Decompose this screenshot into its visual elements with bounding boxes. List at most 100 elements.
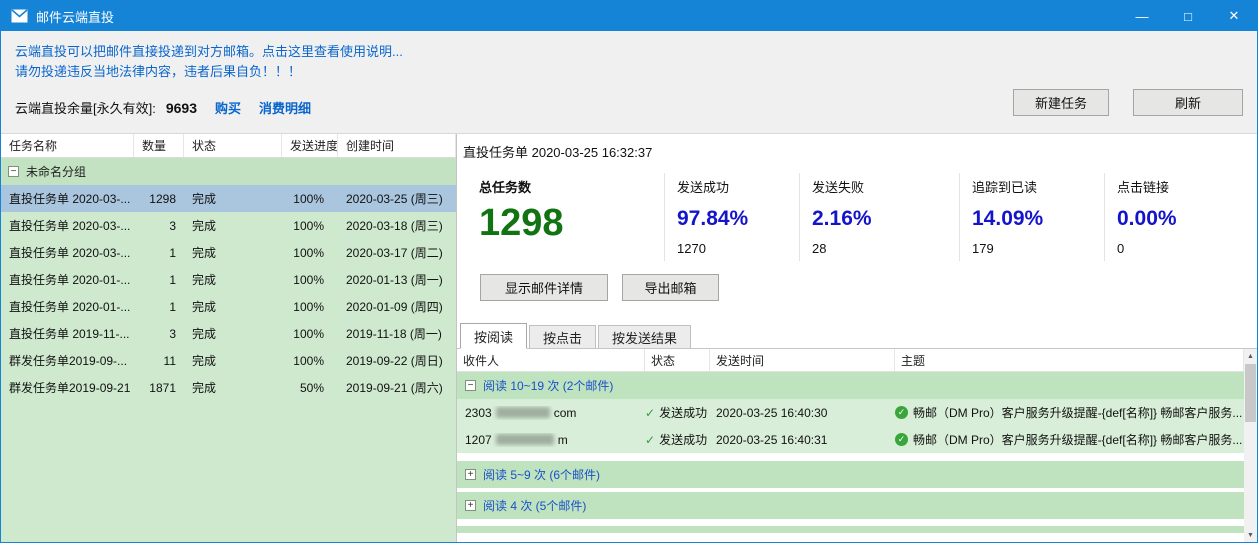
refresh-button[interactable]: 刷新	[1133, 89, 1243, 116]
send-time-cell: 2020-03-25 16:40:31	[710, 433, 895, 447]
stat-link-clicked: 点击链接 0.00% 0	[1105, 173, 1249, 261]
task-progress-cell: 100%	[282, 219, 338, 233]
column-header-count[interactable]: 数量	[134, 134, 184, 157]
stat-percent: 0.00%	[1117, 207, 1249, 231]
task-status-cell: 完成	[184, 298, 282, 315]
task-count-cell: 1	[134, 246, 184, 260]
buy-link[interactable]: 购买	[215, 98, 241, 117]
spending-detail-link[interactable]: 消费明细	[259, 98, 311, 117]
subject-cell: ✓ 畅邮（DM Pro）客户服务升级提醒-{def[名称]} 畅邮客户服务...	[895, 431, 1244, 448]
task-status-cell: 完成	[184, 379, 282, 396]
header-buttons: 新建任务 刷新	[1013, 89, 1243, 116]
stats-row: 总任务数 1298 发送成功 97.84% 1270 发送失败 2.16% 28…	[465, 173, 1249, 261]
task-created-cell: 2019-09-22 (周日)	[338, 352, 456, 369]
task-progress-cell: 50%	[282, 381, 338, 395]
recipient-cell: 2303 com	[457, 406, 645, 420]
stat-total-value: 1298	[479, 204, 664, 244]
partial-row	[457, 526, 1244, 533]
column-header-recipient[interactable]: 收件人	[457, 349, 645, 371]
task-name-cell: 直投任务单 2020-03-...	[1, 217, 134, 234]
column-header-subject[interactable]: 主题	[895, 349, 1244, 371]
export-mailbox-button[interactable]: 导出邮箱	[622, 274, 719, 301]
subject-text: 畅邮（DM Pro）客户服务升级提醒-{def[名称]} 畅邮客户服务...	[913, 404, 1242, 421]
stat-total-tasks: 总任务数 1298	[465, 173, 665, 261]
result-tabs: 按阅读 按点击 按发送结果	[457, 323, 1257, 349]
scroll-up-icon[interactable]: ▲	[1244, 349, 1257, 363]
minimize-button[interactable]: —	[1119, 1, 1165, 31]
task-row[interactable]: 群发任务单2019-09-21 1871 完成 50% 2019-09-21 (…	[1, 374, 456, 401]
success-check-icon: ✓	[645, 433, 655, 447]
balance-label: 云端直投余量[永久有效]:	[15, 98, 156, 117]
stat-label: 点击链接	[1117, 177, 1249, 196]
mail-group-read-10-19[interactable]: 阅读 10~19 次 (2个邮件)	[457, 372, 1244, 399]
mail-group-label: 阅读 4 次 (5个邮件)	[483, 497, 586, 514]
tab-by-click[interactable]: 按点击	[529, 325, 596, 348]
scroll-down-icon[interactable]: ▼	[1244, 528, 1257, 542]
task-row[interactable]: 直投任务单 2020-01-... 1 完成 100% 2020-01-09 (…	[1, 293, 456, 320]
task-name-cell: 直投任务单 2019-11-...	[1, 325, 134, 342]
task-count-cell: 1298	[134, 192, 184, 206]
mail-row[interactable]: 2303 com ✓ 发送成功 2020-03-25 16:40:30 ✓ 畅邮…	[457, 399, 1244, 426]
recipient-cell: 1207 m	[457, 433, 645, 447]
close-button[interactable]: ✕	[1211, 1, 1257, 31]
stat-count: 179	[972, 241, 1104, 256]
task-group-label: 未命名分组	[26, 163, 86, 180]
tab-by-send-result[interactable]: 按发送结果	[598, 325, 691, 348]
mail-row[interactable]: 1207 m ✓ 发送成功 2020-03-25 16:40:31 ✓ 畅邮（D…	[457, 426, 1244, 453]
column-header-send-time[interactable]: 发送时间	[710, 349, 895, 371]
tab-by-read[interactable]: 按阅读	[460, 323, 527, 349]
success-circle-icon: ✓	[895, 406, 908, 419]
task-created-cell: 2020-03-17 (周二)	[338, 244, 456, 261]
column-header-status[interactable]: 状态	[184, 134, 282, 157]
new-task-button[interactable]: 新建任务	[1013, 89, 1109, 116]
column-header-status[interactable]: 状态	[645, 349, 710, 371]
stat-label: 发送失败	[812, 177, 959, 196]
task-count-cell: 1	[134, 273, 184, 287]
mail-group-read-5-9[interactable]: 阅读 5~9 次 (6个邮件)	[457, 461, 1244, 488]
scrollbar-thumb[interactable]	[1245, 364, 1256, 422]
stat-count: 1270	[677, 241, 799, 256]
task-list-panel: 任务名称 数量 状态 发送进度 创建时间 未命名分组 直投任务单 2020-03…	[1, 134, 457, 542]
stat-tracked-read: 追踪到已读 14.09% 179	[960, 173, 1105, 261]
task-progress-cell: 100%	[282, 192, 338, 206]
vertical-scrollbar[interactable]: ▲ ▼	[1244, 349, 1257, 542]
task-row[interactable]: 直投任务单 2020-03-... 1 完成 100% 2020-03-17 (…	[1, 239, 456, 266]
detail-title: 直投任务单 2020-03-25 16:32:37	[463, 142, 1257, 161]
window-controls: — □ ✕	[1119, 1, 1257, 31]
maximize-button[interactable]: □	[1165, 1, 1211, 31]
task-progress-cell: 100%	[282, 273, 338, 287]
stat-percent: 14.09%	[972, 207, 1104, 231]
detail-buttons: 显示邮件详情 导出邮箱	[480, 274, 1257, 301]
column-header-task-name[interactable]: 任务名称	[1, 134, 134, 157]
usage-notice-link[interactable]: 云端直投可以把邮件直接投递到对方邮箱。点击这里查看使用说明...	[15, 42, 1243, 62]
task-row[interactable]: 直投任务单 2020-03-... 3 完成 100% 2020-03-18 (…	[1, 212, 456, 239]
stat-label: 发送成功	[677, 177, 799, 196]
mail-table-area: 收件人 状态 发送时间 主题 阅读 10~19 次 (2个邮件) 2303	[457, 349, 1257, 542]
task-row[interactable]: 直投任务单 2019-11-... 3 完成 100% 2019-11-18 (…	[1, 320, 456, 347]
collapse-icon[interactable]	[8, 166, 19, 177]
mail-table-header: 收件人 状态 发送时间 主题	[457, 349, 1244, 372]
task-progress-cell: 100%	[282, 327, 338, 341]
stat-percent: 97.84%	[677, 207, 799, 231]
task-row-selected[interactable]: 直投任务单 2020-03-... 1298 完成 100% 2020-03-2…	[1, 185, 456, 212]
expand-icon[interactable]	[465, 469, 476, 480]
task-row[interactable]: 群发任务单2019-09-... 11 完成 100% 2019-09-22 (…	[1, 347, 456, 374]
mail-group-label: 阅读 10~19 次 (2个邮件)	[483, 377, 613, 394]
stat-count: 0	[1117, 241, 1249, 256]
task-name-cell: 直投任务单 2020-03-...	[1, 190, 134, 207]
column-header-created[interactable]: 创建时间	[338, 134, 456, 157]
task-count-cell: 3	[134, 219, 184, 233]
task-group-row[interactable]: 未命名分组	[1, 158, 456, 185]
stat-send-failed: 发送失败 2.16% 28	[800, 173, 960, 261]
task-table-header: 任务名称 数量 状态 发送进度 创建时间	[1, 134, 456, 158]
collapse-icon[interactable]	[465, 380, 476, 391]
expand-icon[interactable]	[465, 500, 476, 511]
task-created-cell: 2020-03-25 (周三)	[338, 190, 456, 207]
task-created-cell: 2019-11-18 (周一)	[338, 325, 456, 342]
show-mail-detail-button[interactable]: 显示邮件详情	[480, 274, 608, 301]
stat-send-success: 发送成功 97.84% 1270	[665, 173, 800, 261]
mail-group-read-4[interactable]: 阅读 4 次 (5个邮件)	[457, 492, 1244, 519]
column-header-progress[interactable]: 发送进度	[282, 134, 338, 157]
task-name-cell: 直投任务单 2020-03-...	[1, 244, 134, 261]
task-row[interactable]: 直投任务单 2020-01-... 1 完成 100% 2020-01-13 (…	[1, 266, 456, 293]
